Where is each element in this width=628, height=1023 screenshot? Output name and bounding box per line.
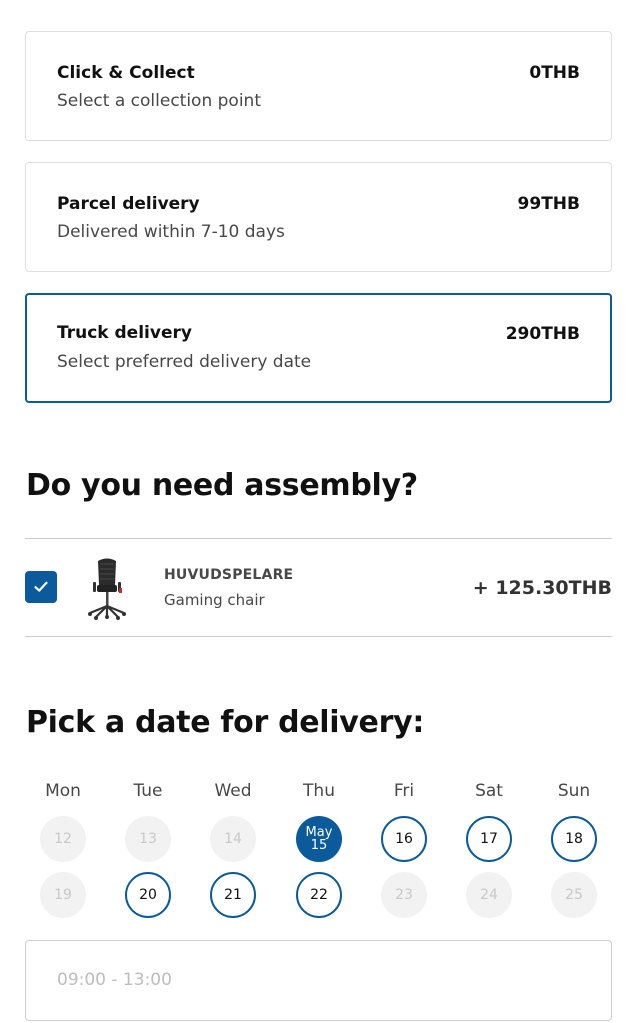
option-title: Click & Collect bbox=[57, 63, 195, 83]
assembly-heading: Do you need assembly? bbox=[26, 468, 418, 503]
truck-delivery-option[interactable]: Truck delivery Select preferred delivery… bbox=[25, 293, 612, 403]
date-number: 13 bbox=[139, 831, 157, 847]
assembly-checkbox[interactable] bbox=[25, 571, 57, 603]
weekday-thu: Thu bbox=[303, 781, 335, 801]
date-cell[interactable]: 17 bbox=[466, 816, 512, 862]
option-price: 99THB bbox=[517, 194, 580, 214]
date-cell: 13 bbox=[125, 816, 171, 862]
option-subtitle: Delivered within 7-10 days bbox=[57, 222, 285, 242]
date-cell: 25 bbox=[551, 872, 597, 918]
date-cell: 19 bbox=[40, 872, 86, 918]
divider bbox=[25, 538, 612, 539]
time-slot-select[interactable]: 09:00 - 13:00 bbox=[25, 940, 612, 1021]
checkmark-icon bbox=[34, 581, 48, 592]
time-slot-placeholder: 09:00 - 13:00 bbox=[57, 970, 172, 990]
option-title: Truck delivery bbox=[57, 323, 192, 343]
product-type: Gaming chair bbox=[164, 591, 265, 609]
date-cell[interactable]: 16 bbox=[381, 816, 427, 862]
weekday-mon: Mon bbox=[45, 781, 81, 801]
date-number: 25 bbox=[565, 887, 583, 903]
date-number: 16 bbox=[395, 831, 413, 847]
date-number: 22 bbox=[310, 887, 328, 903]
date-number: 14 bbox=[224, 831, 242, 847]
date-number: 12 bbox=[54, 831, 72, 847]
date-cell[interactable]: 20 bbox=[125, 872, 171, 918]
weekday-sat: Sat bbox=[475, 781, 503, 801]
gaming-chair-image bbox=[88, 558, 126, 620]
date-cell: 23 bbox=[381, 872, 427, 918]
date-cell: 24 bbox=[466, 872, 512, 918]
weekday-fri: Fri bbox=[393, 781, 415, 801]
option-price: 0THB bbox=[529, 63, 580, 83]
date-number: 24 bbox=[480, 887, 498, 903]
date-number: 21 bbox=[224, 887, 242, 903]
parcel-delivery-option[interactable]: Parcel delivery Delivered within 7-10 da… bbox=[25, 162, 612, 272]
option-title: Parcel delivery bbox=[57, 194, 200, 214]
date-number: 15 bbox=[310, 838, 328, 853]
weekday-sun: Sun bbox=[557, 781, 591, 801]
date-number: 23 bbox=[395, 887, 413, 903]
date-cell[interactable]: 21 bbox=[210, 872, 256, 918]
option-subtitle: Select a collection point bbox=[57, 91, 261, 111]
divider bbox=[25, 636, 612, 637]
weekday-tue: Tue bbox=[133, 781, 163, 801]
date-cell[interactable]: 18 bbox=[551, 816, 597, 862]
date-number: 19 bbox=[54, 887, 72, 903]
date-picker-heading: Pick a date for delivery: bbox=[26, 705, 425, 740]
date-cell[interactable]: 22 bbox=[296, 872, 342, 918]
option-price: 290THB bbox=[505, 324, 580, 344]
date-cell: 12 bbox=[40, 816, 86, 862]
date-number: 20 bbox=[139, 887, 157, 903]
click-and-collect-option[interactable]: Click & Collect Select a collection poin… bbox=[25, 31, 612, 141]
date-number: 18 bbox=[565, 831, 583, 847]
weekday-wed: Wed bbox=[214, 781, 252, 801]
assembly-price: + 125.30THB bbox=[472, 577, 612, 599]
date-cell-selected[interactable]: May 15 bbox=[296, 816, 342, 862]
option-subtitle: Select preferred delivery date bbox=[57, 352, 312, 372]
date-number: 17 bbox=[480, 831, 498, 847]
product-name: HUVUDSPELARE bbox=[164, 567, 294, 583]
date-cell: 14 bbox=[210, 816, 256, 862]
